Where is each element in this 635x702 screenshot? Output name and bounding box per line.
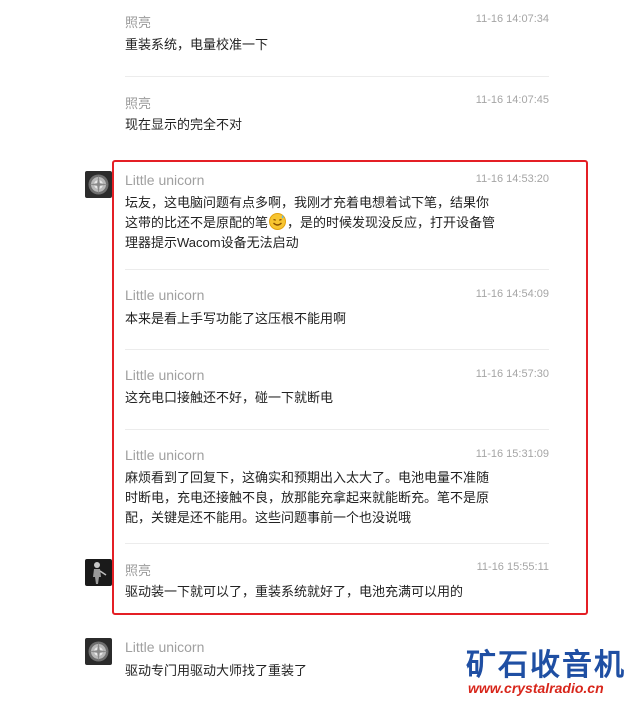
message-item: 照亮 11-16 14:07:34 重装系统，电量校准一下 [125, 12, 549, 62]
message-item: 照亮 11-16 14:07:45 现在显示的完全不对 [125, 93, 549, 143]
author-name[interactable]: Little unicorn [125, 639, 204, 655]
highlight-box [112, 160, 588, 615]
site-watermark-logo: 矿石收音机 www.crystalradio.cn [466, 640, 632, 700]
timestamp: 11-16 14:07:34 [475, 13, 549, 25]
author-name[interactable]: 照亮 [125, 93, 151, 112]
person-avatar-icon[interactable] [85, 559, 112, 586]
unicorn-avatar-icon[interactable] [85, 171, 112, 198]
author-name[interactable]: 照亮 [125, 12, 151, 31]
message-text: 驱动专门用驱动大师找了重装了 [125, 663, 308, 678]
message-thread: 照亮 11-16 14:07:34 重装系统，电量校准一下 照亮 11-16 1… [0, 0, 635, 702]
timestamp: 11-16 14:07:45 [475, 94, 549, 106]
watermark-title: 矿石收音机 [466, 648, 626, 683]
watermark-url: www.crystalradio.cn [468, 680, 604, 696]
divider [125, 76, 549, 77]
message-text: 重装系统，电量校准一下 [125, 37, 269, 52]
message-text: 现在显示的完全不对 [125, 117, 243, 132]
unicorn-avatar-icon[interactable] [85, 638, 112, 665]
